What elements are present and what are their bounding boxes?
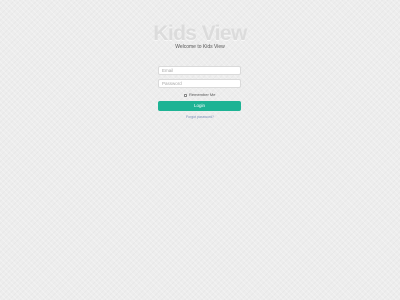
remember-me-row[interactable]: Remember Me [184, 92, 215, 98]
password-field[interactable] [158, 79, 241, 88]
login-button[interactable]: Login [158, 101, 241, 111]
email-field[interactable] [158, 66, 241, 75]
welcome-text: Welcome to Kids View [175, 44, 225, 50]
remember-me-label: Remember Me [189, 92, 216, 97]
login-panel: Kids View Welcome to Kids View Remember … [0, 0, 400, 300]
forgot-password-link[interactable]: Forgot password? [0, 115, 400, 120]
remember-me-checkbox[interactable] [184, 93, 187, 97]
